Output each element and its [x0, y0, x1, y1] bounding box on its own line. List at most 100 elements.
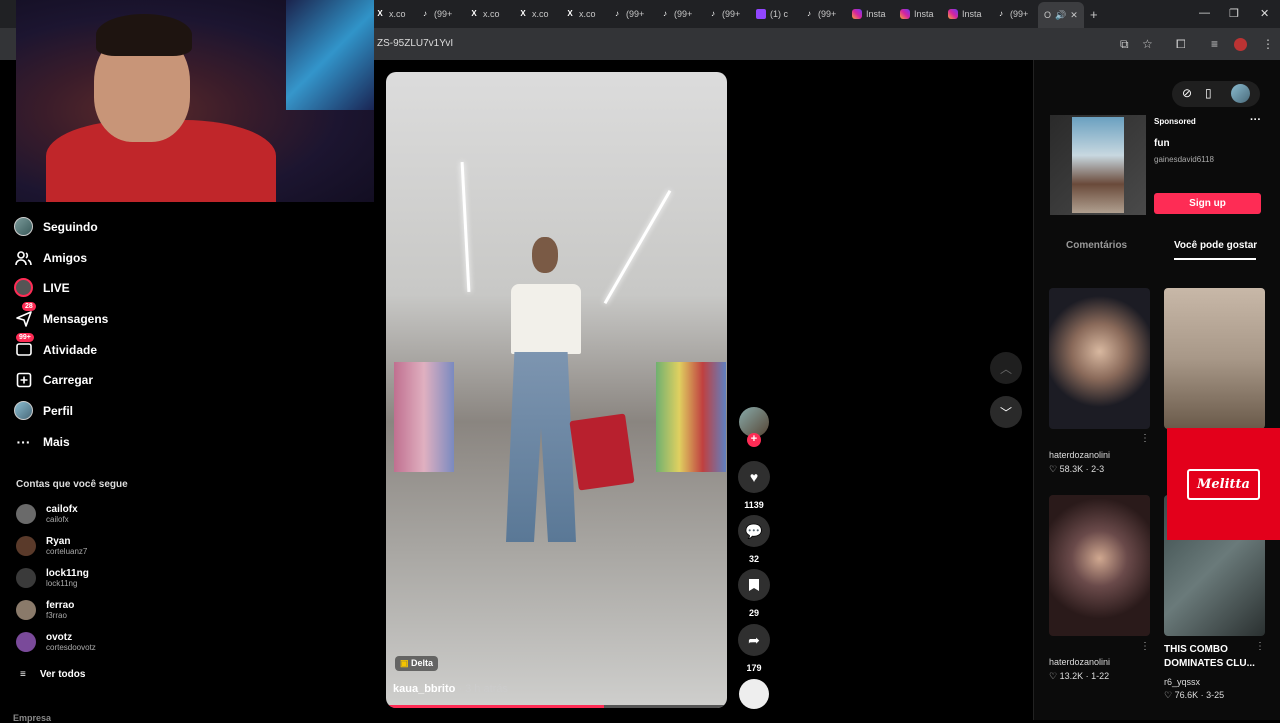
heart-icon: ♥: [738, 461, 770, 493]
close-window-button[interactable]: ✕: [1260, 7, 1269, 20]
new-tab-button[interactable]: +: [1090, 6, 1098, 22]
x-icon: X: [520, 9, 526, 18]
browser-tab[interactable]: ♪ (99+: [708, 6, 740, 22]
followed-account[interactable]: lock11ng lock11ng: [16, 568, 89, 588]
sign-up-button[interactable]: Sign up: [1154, 193, 1261, 214]
instagram-icon: [948, 9, 958, 19]
comment-button[interactable]: 💬 32: [737, 515, 771, 564]
minimize-button[interactable]: —: [1199, 7, 1210, 19]
video-thumbnail[interactable]: [1049, 288, 1150, 429]
followed-account[interactable]: ferrao f3rrao: [16, 600, 74, 620]
browser-tab[interactable]: ♪ (99+: [420, 6, 452, 22]
live-icon: [14, 278, 33, 297]
like-button[interactable]: ♥ 1139: [737, 461, 771, 510]
shopping-bag: [569, 413, 635, 491]
save-button[interactable]: 29: [737, 569, 771, 618]
share-button[interactable]: ➦ 179: [737, 624, 771, 673]
browser-tab[interactable]: Insta: [900, 6, 934, 22]
share-icon: ➦: [738, 624, 770, 656]
user-avatar[interactable]: [1231, 84, 1250, 103]
sidebar-item-messages[interactable]: 28 Mensagens: [14, 302, 108, 328]
media-icon[interactable]: ≡: [1211, 37, 1218, 51]
install-icon[interactable]: ⧉: [1120, 37, 1129, 52]
tiktok-icon: ♪: [423, 9, 427, 18]
tiktok-icon: ♪: [615, 9, 619, 18]
tiktok-icon: ♪: [807, 9, 811, 18]
x-icon: X: [377, 9, 383, 18]
bookmark-icon: [738, 569, 770, 601]
instagram-icon: [852, 9, 862, 19]
followed-account[interactable]: cailofx cailofx: [16, 504, 78, 524]
ad-title: fun: [1154, 138, 1170, 149]
see-all-link[interactable]: ≡ Ver todos: [20, 669, 85, 680]
card-more-icon[interactable]: ⋮: [1140, 641, 1150, 652]
sidebar-item-live[interactable]: LIVE: [14, 278, 70, 297]
chevron-up-icon: ︿: [999, 361, 1012, 376]
led-light-decor: [286, 0, 374, 110]
followed-account[interactable]: ovotz cortesdoovotz: [16, 632, 96, 652]
browser-tab[interactable]: Xx.co: [565, 6, 595, 22]
card-username[interactable]: haterdozanolini: [1049, 450, 1110, 460]
next-video-button[interactable]: ﹀: [990, 396, 1022, 428]
overlay-ad-banner[interactable]: Melitta: [1167, 428, 1280, 540]
active-tab-indicator: [1174, 258, 1256, 260]
twitch-icon: [756, 9, 766, 19]
melitta-logo: Melitta: [1187, 468, 1260, 500]
sidebar-item-friends[interactable]: Amigos: [14, 248, 87, 267]
followed-account[interactable]: Ryan corteluanz7: [16, 536, 87, 556]
card-username[interactable]: r6_yqssx: [1164, 677, 1200, 687]
browser-tab[interactable]: Xx.co: [375, 6, 405, 22]
browser-tab[interactable]: ♪ (99+: [804, 6, 836, 22]
sidebar-item-more[interactable]: ··· Mais: [14, 432, 70, 451]
browser-tab[interactable]: ♪ (99+: [996, 6, 1028, 22]
person-jeans: [506, 352, 576, 542]
browser-tab[interactable]: (1) c: [756, 6, 788, 22]
following-accounts-title: Contas que você segue: [16, 479, 128, 490]
sidebar-item-activity[interactable]: 99+ Atividade: [14, 333, 97, 359]
video-author[interactable]: kaua_bbrito · 3 h atrás: [393, 683, 508, 695]
webcam-overlay: [16, 0, 374, 202]
video-thumbnail[interactable]: [1049, 495, 1150, 636]
sidebar-item-following[interactable]: Seguindo: [14, 217, 98, 236]
tab-comments[interactable]: Comentários: [1066, 240, 1127, 251]
phone-icon[interactable]: ▯: [1205, 86, 1212, 100]
browser-tab[interactable]: Xx.co: [469, 6, 499, 22]
list-icon: ≡: [20, 669, 26, 680]
video-tag[interactable]: ▣ Delta: [395, 656, 439, 671]
extensions-icon[interactable]: ⧠: [1176, 37, 1186, 52]
video-player[interactable]: ▣ Delta kaua_bbrito · 3 h atrás: [386, 72, 727, 708]
restore-button[interactable]: ❐: [1229, 7, 1239, 20]
card-username[interactable]: haterdozanolini: [1049, 657, 1110, 667]
previous-video-button[interactable]: ︿: [990, 352, 1022, 384]
card-title[interactable]: THIS COMBO DOMINATES CLU...: [1164, 643, 1259, 671]
person-shirt: [511, 284, 581, 354]
compass-icon[interactable]: ⊘: [1182, 86, 1192, 100]
ad-image: [1072, 117, 1124, 213]
card-stats: ♡ 13.2K · 1-22: [1049, 671, 1110, 681]
more-icon: ···: [16, 433, 31, 450]
close-tab-icon[interactable]: ✕: [1070, 10, 1078, 21]
browser-tab[interactable]: Insta: [948, 6, 982, 22]
clothing-rack: [656, 362, 726, 472]
profile-avatar-icon[interactable]: [1234, 38, 1247, 51]
browser-tab[interactable]: ♪ (99+: [660, 6, 692, 22]
tab-you-may-like[interactable]: Você pode gostar: [1174, 240, 1257, 251]
browser-menu-icon[interactable]: ⋮: [1262, 37, 1274, 51]
video-thumbnail[interactable]: [1164, 288, 1265, 429]
sidebar-item-upload[interactable]: Carregar: [14, 370, 93, 389]
browser-tab[interactable]: ♪ (99+: [612, 6, 644, 22]
bookmark-star-icon[interactable]: ☆: [1142, 37, 1153, 51]
browser-tab[interactable]: Xx.co: [518, 6, 548, 22]
url-field[interactable]: ZS-95ZLU7v1YvI: [377, 38, 453, 49]
browser-tab-active[interactable]: O 🔊 ✕: [1038, 2, 1084, 28]
tiktok-icon: ♪: [999, 9, 1003, 18]
browser-tab[interactable]: Insta: [852, 6, 886, 22]
sidebar-item-profile[interactable]: Perfil: [14, 401, 73, 420]
ad-more-icon[interactable]: ···: [1250, 114, 1261, 126]
card-more-icon[interactable]: ⋮: [1140, 433, 1150, 444]
like-count: 1139: [744, 500, 764, 510]
music-disc-icon[interactable]: [739, 679, 769, 709]
audio-icon[interactable]: 🔊: [1055, 10, 1066, 21]
follow-button[interactable]: +: [747, 433, 761, 447]
footer-section-company: Empresa: [13, 713, 52, 723]
